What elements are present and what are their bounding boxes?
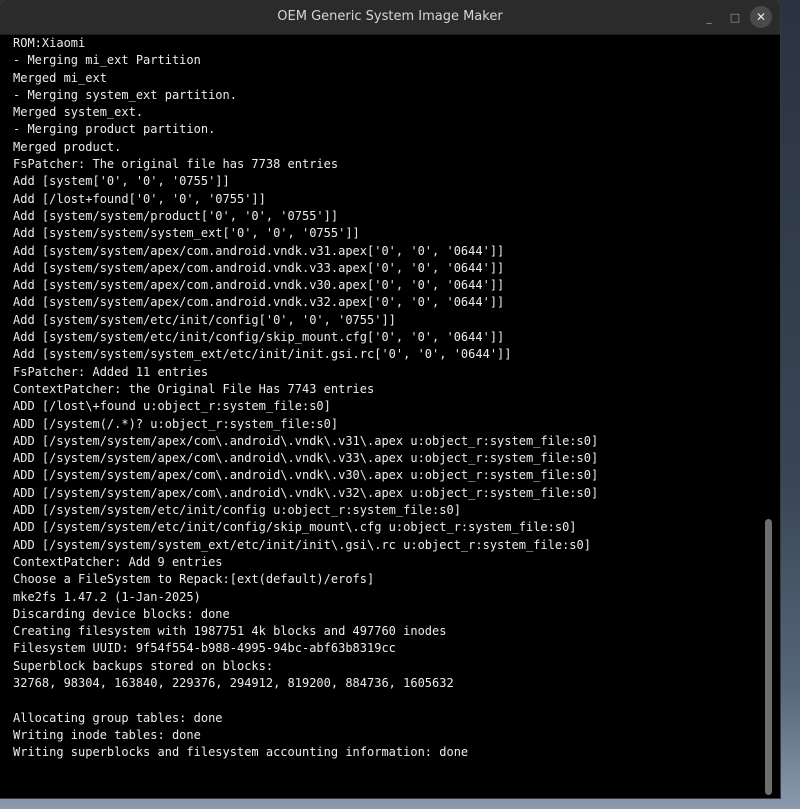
terminal-line: Merged system_ext. xyxy=(13,105,144,120)
terminal-line: Choose a FileSystem to Repack:[ext(defau… xyxy=(13,572,375,587)
close-button[interactable]: ✕ xyxy=(750,6,772,28)
terminal-line: Add [system/system/apex/com.android.vndk… xyxy=(13,278,505,293)
terminal-line: ADD [/system/system/etc/init/config/skip… xyxy=(13,520,577,535)
terminal-line: Add [system/system/system_ext/etc/init/i… xyxy=(13,347,512,362)
terminal-line: ContextPatcher: the Original File Has 77… xyxy=(13,381,375,396)
terminal-line: ADD [/system(/.*)? u:object_r:system_fil… xyxy=(13,416,339,431)
terminal-line: Writing inode tables: done xyxy=(13,727,201,742)
terminal-line: ADD [/system/system/apex/com\.android\.v… xyxy=(13,451,599,466)
terminal-line: Add [system/system/etc/init/config['0', … xyxy=(13,312,396,327)
maximize-button[interactable]: □ xyxy=(724,6,746,28)
terminal-line: ADD [/system/system/etc/init/config u:ob… xyxy=(13,503,461,518)
window-title: OEM Generic System Image Maker xyxy=(277,9,503,24)
minimize-button[interactable]: _ xyxy=(698,6,720,28)
terminal-line: Add [system/system/system_ext['0', '0', … xyxy=(13,226,360,241)
terminal-line: Add [system/system/apex/com.android.vndk… xyxy=(13,295,505,310)
terminal-text: ROM:Xiaomi - Merging mi_ext Partition Merg… xyxy=(0,35,760,796)
terminal-line: ADD [/system/system/apex/com\.android\.v… xyxy=(13,468,599,483)
terminal-line: ContextPatcher: Add 9 entries xyxy=(13,554,223,569)
terminal-line: - Merging product partition. xyxy=(13,122,216,137)
terminal-line: Add [system['0', '0', '0755']] xyxy=(13,174,230,189)
terminal-line: ROM:Xiaomi xyxy=(13,36,86,50)
terminal-line: - Merging system_ext partition. xyxy=(13,87,237,102)
terminal-line: ADD [/system/system/apex/com\.android\.v… xyxy=(13,485,599,500)
close-icon: ✕ xyxy=(755,10,767,24)
terminal-line: Writing superblocks and filesystem accou… xyxy=(13,745,469,760)
title-bar[interactable]: OEM Generic System Image Maker _ □ ✕ xyxy=(0,0,780,35)
terminal-line: FsPatcher: Added 11 entries xyxy=(13,364,209,379)
terminal-window: OEM Generic System Image Maker _ □ ✕ ROM… xyxy=(0,0,780,798)
terminal-line: Filesystem UUID: 9f54f554-b988-4995-94bc… xyxy=(13,641,396,656)
terminal-line: Add [system/system/apex/com.android.vndk… xyxy=(13,243,505,258)
terminal-line: Merged product. xyxy=(13,139,122,154)
terminal-line: ADD [/lost\+found u:object_r:system_file… xyxy=(13,399,331,414)
terminal-line: Add [system/system/apex/com.android.vndk… xyxy=(13,260,505,275)
window-controls: _ □ ✕ xyxy=(698,0,772,34)
maximize-icon: □ xyxy=(729,10,741,24)
terminal-line: Allocating group tables: done xyxy=(13,710,223,725)
terminal-line: ADD [/system/system/apex/com\.android\.v… xyxy=(13,433,599,448)
terminal-line: Discarding device blocks: done xyxy=(13,606,230,621)
minimize-icon: _ xyxy=(706,10,712,24)
terminal-line: 32768, 98304, 163840, 229376, 294912, 81… xyxy=(13,675,454,690)
vertical-scrollbar[interactable] xyxy=(760,35,780,798)
terminal-line: FsPatcher: The original file has 7738 en… xyxy=(13,157,339,172)
terminal-line: Add [/lost+found['0', '0', '0755']] xyxy=(13,191,266,206)
terminal-line: Add [system/system/etc/init/config/skip_… xyxy=(13,330,505,345)
terminal-line: mke2fs 1.47.2 (1-Jan-2025) xyxy=(13,589,201,604)
scrollbar-thumb[interactable] xyxy=(765,519,772,795)
terminal-line: ADD [/system/system/system_ext/etc/init/… xyxy=(13,537,591,552)
terminal-output[interactable]: ROM:Xiaomi - Merging mi_ext Partition Merg… xyxy=(0,35,760,798)
terminal-line: - Merging mi_ext Partition xyxy=(13,53,201,68)
terminal-line: Add [system/system/product['0', '0', '07… xyxy=(13,208,339,223)
terminal-line: Superblock backups stored on blocks: xyxy=(13,658,274,673)
terminal-line: Merged mi_ext xyxy=(13,70,107,85)
terminal-line: Creating filesystem with 1987751 4k bloc… xyxy=(13,624,447,639)
